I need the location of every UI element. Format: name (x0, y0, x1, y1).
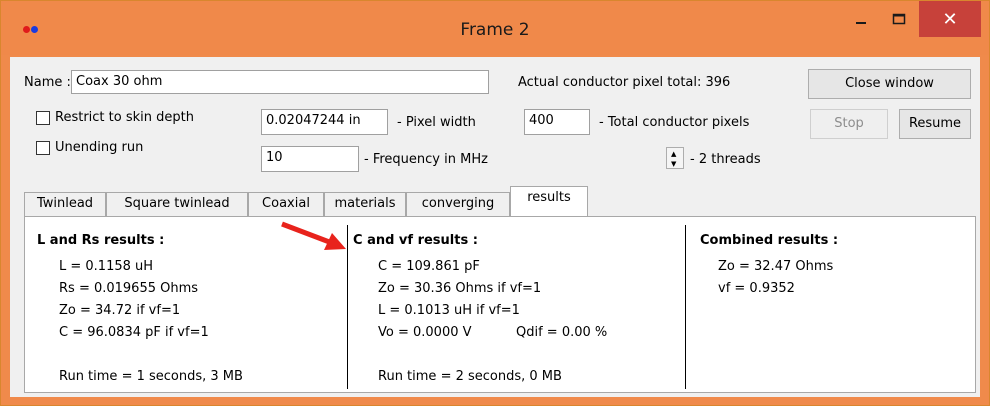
minimize-button[interactable] (843, 1, 879, 37)
name-label: Name : (24, 75, 71, 90)
restrict-skin-depth-checkbox[interactable] (36, 111, 50, 125)
c-vf-results-title: C and vf results : (353, 233, 478, 248)
zo-value-cvf: Zo = 30.36 Ohms if vf=1 (378, 281, 542, 296)
rs-value: Rs = 0.019655 Ohms (59, 281, 199, 296)
spin-down-icon[interactable]: ▼ (671, 160, 676, 168)
minimize-icon (856, 22, 866, 24)
close-icon: ✕ (942, 8, 958, 30)
zo-value-lrs: Zo = 34.72 if vf=1 (59, 303, 181, 318)
c-value-lrs: C = 96.0834 pF if vf=1 (59, 325, 209, 340)
threads-label: - 2 threads (690, 152, 761, 167)
annotation-arrow-icon (281, 221, 346, 250)
close-window-button[interactable]: Close window (808, 69, 971, 99)
runtime-cvf: Run time = 2 seconds, 0 MB (378, 369, 562, 384)
window-title: Frame 2 (460, 20, 530, 40)
pixel-width-label: - Pixel width (397, 115, 476, 130)
tab-converging[interactable]: converging (406, 192, 510, 216)
tab-materials[interactable]: materials (324, 192, 406, 216)
vf-combined: vf = 0.9352 (718, 281, 795, 296)
tab-square-twinlead[interactable]: Square twinlead (106, 192, 248, 216)
resume-button[interactable]: Resume (899, 109, 971, 139)
c-value: C = 109.861 pF (378, 259, 480, 274)
results-panel: L and Rs results : L = 0.1158 uH Rs = 0.… (24, 216, 976, 393)
unending-run-label: Unending run (55, 140, 144, 155)
pixel-width-input[interactable]: 0.02047244 in (261, 109, 388, 135)
combined-results-title: Combined results : (700, 233, 839, 248)
spin-up-icon[interactable]: ▲ (671, 150, 676, 158)
tab-twinlead[interactable]: Twinlead (24, 192, 106, 216)
name-input[interactable]: Coax 30 ohm (71, 70, 489, 94)
l-value-cvf: L = 0.1013 uH if vf=1 (378, 303, 520, 318)
zo-combined: Zo = 32.47 Ohms (718, 259, 834, 274)
divider (685, 225, 686, 389)
maximize-icon (892, 13, 906, 25)
stop-button[interactable]: Stop (810, 109, 888, 139)
qdif-value: Qdif = 0.00 % (516, 325, 608, 340)
tab-coaxial[interactable]: Coaxial (248, 192, 324, 216)
tab-results[interactable]: results (510, 186, 588, 217)
total-pixels-label: - Total conductor pixels (599, 115, 750, 130)
l-value: L = 0.1158 uH (59, 259, 154, 274)
app-window: Frame 2 ✕ Name : Coax 30 ohm Actual cond… (0, 0, 990, 406)
restrict-skin-depth-label: Restrict to skin depth (55, 110, 194, 125)
l-rs-results-title: L and Rs results : (37, 233, 165, 248)
pixel-total-label: Actual conductor pixel total: 396 (518, 75, 731, 90)
unending-run-checkbox[interactable] (36, 141, 50, 155)
vo-value: Vo = 0.0000 V (378, 325, 472, 340)
runtime-lrs: Run time = 1 seconds, 3 MB (59, 369, 243, 384)
title-bar[interactable]: Frame 2 ✕ (1, 1, 989, 55)
total-pixels-input[interactable]: 400 (524, 109, 590, 135)
frequency-label: - Frequency in MHz (364, 152, 488, 167)
maximize-button[interactable] (881, 1, 917, 37)
client-area: Name : Coax 30 ohm Actual conductor pixe… (10, 57, 980, 397)
close-button[interactable]: ✕ (919, 1, 981, 37)
threads-spinner[interactable]: ▲ ▼ (666, 147, 684, 169)
frequency-input[interactable]: 10 (261, 146, 359, 172)
